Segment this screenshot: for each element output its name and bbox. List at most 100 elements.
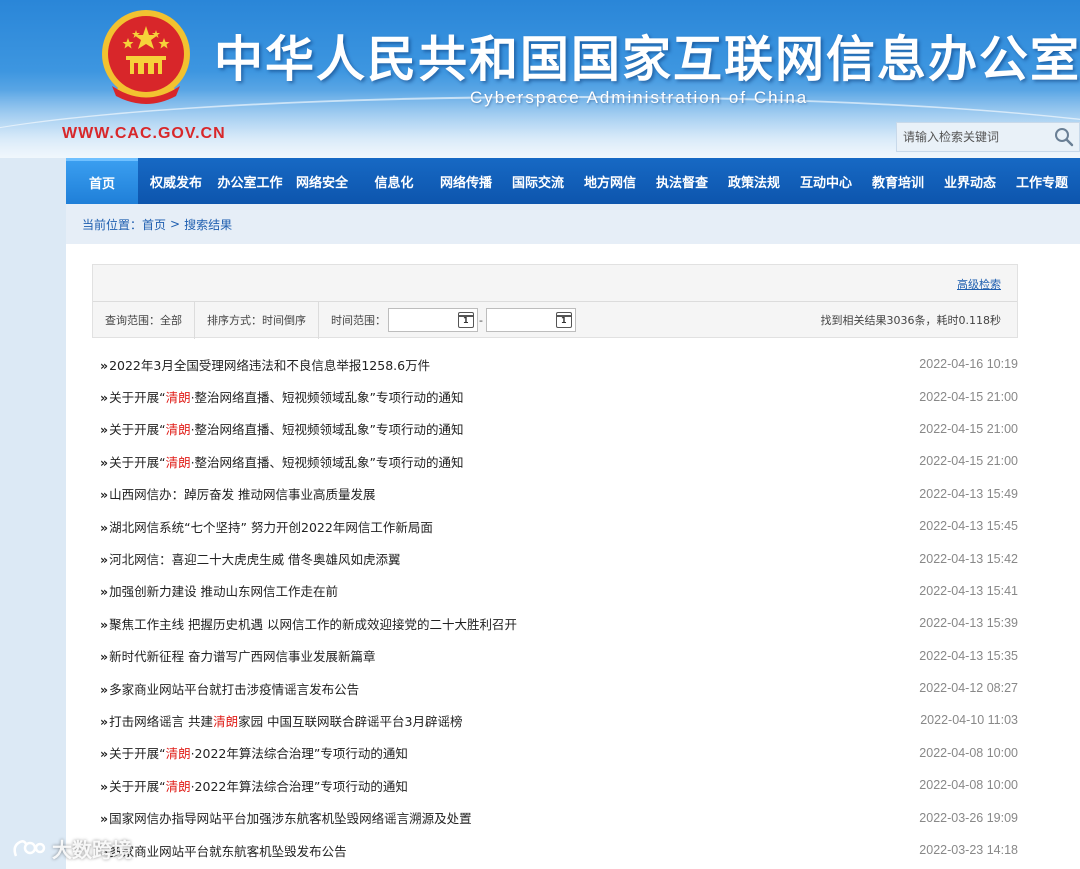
- result-date: 2022-04-13 15:39: [919, 616, 1018, 631]
- advanced-search-link[interactable]: 高级检索: [957, 276, 1001, 292]
- result-title-link[interactable]: »聚焦工作主线 把握历史机遇 以网信工作的新成效迎接党的二十大胜利召开: [100, 614, 517, 633]
- result-title-link[interactable]: »关于开展“清朗·整治网络直播、短视频领域乱象”专项行动的通知: [100, 452, 464, 471]
- search-icon[interactable]: [1053, 126, 1075, 148]
- result-title-text: 关于开展“: [109, 746, 166, 762]
- result-title-text: ·2022年算法综合治理”专项行动的通知: [190, 778, 408, 794]
- nav-item[interactable]: 信息化: [358, 158, 430, 204]
- breadcrumb-prefix: 当前位置：: [82, 217, 143, 232]
- sort-filter[interactable]: 排序方式：时间倒序: [195, 301, 319, 339]
- result-date: 2022-04-08 10:00: [919, 778, 1018, 793]
- nav-item[interactable]: 权威发布: [138, 158, 214, 204]
- result-title-link[interactable]: »加强创新力建设 推动山东网信工作走在前: [100, 581, 338, 600]
- result-row[interactable]: »山西网信办：踔厉奋发 推动网信事业高质量发展 2022-04-13 15:49: [92, 478, 1018, 510]
- nav-item[interactable]: 政策法规: [718, 158, 790, 204]
- result-title-link[interactable]: »河北网信：喜迎二十大虎虎生威 借冬奥雄风如虎添翼: [100, 549, 401, 568]
- result-row[interactable]: »多家商业网站平台就打击涉疫情谣言发布公告 2022-04-12 08:27: [92, 672, 1018, 704]
- start-date-input[interactable]: 1: [388, 308, 478, 332]
- result-title-link[interactable]: »关于开展“清朗·2022年算法综合治理”专项行动的通知: [100, 743, 408, 762]
- nav-item[interactable]: 国际交流: [502, 158, 574, 204]
- result-title-link[interactable]: »山西网信办：踔厉奋发 推动网信事业高质量发展: [100, 484, 376, 503]
- time-range-filter: 时间范围： 1 - 1: [319, 302, 588, 339]
- filter-panel: 高级检索 查询范围：全部 排序方式：时间倒序 时间范围： 1 - 1 找到相关结…: [92, 264, 1018, 339]
- result-row[interactable]: »关于开展“清朗·整治网络直播、短视频领域乱象”专项行动的通知 2022-04-1…: [92, 380, 1018, 412]
- result-keyword-highlight: 清朗: [165, 422, 191, 438]
- result-title-text: 多家商业网站平台就打击涉疫情谣言发布公告: [109, 681, 360, 697]
- result-title-link[interactable]: »多家商业网站平台就打击涉疫情谣言发布公告: [100, 679, 359, 698]
- result-title-text: 2022年3月全国受理网络违法和不良信息举报1258.6万件: [109, 357, 431, 373]
- result-date: 2022-04-12 08:27: [919, 681, 1018, 696]
- result-row[interactable]: »打击网络谣言 共建清朗家园 中国互联网联合辟谣平台3月辟谣榜 2022-04-1…: [92, 704, 1018, 736]
- result-date: 2022-04-16 10:19: [919, 357, 1018, 372]
- result-date: 2022-04-15 21:00: [919, 421, 1018, 436]
- result-summary: 找到相关结果3036条，耗时0.118秒: [820, 314, 1001, 327]
- result-row[interactable]: »关于开展“清朗·2022年算法综合治理”专项行动的通知 2022-04-08 1…: [92, 769, 1018, 801]
- scope-filter[interactable]: 查询范围：全部: [93, 301, 195, 339]
- nav-item[interactable]: 办公室工作: [214, 158, 286, 204]
- end-date-input[interactable]: 1: [485, 308, 576, 332]
- nav-item[interactable]: 执法督查: [646, 158, 718, 204]
- result-row[interactable]: »关于开展“清朗·整治网络直播、短视频领域乱象”专项行动的通知 2022-04-1…: [92, 445, 1018, 477]
- result-title-link[interactable]: »多家商业网站平台就东航客机坠毁发布公告: [100, 841, 347, 860]
- nav-item[interactable]: 网络传播: [430, 158, 502, 204]
- result-bullet: »: [100, 454, 109, 470]
- search-input[interactable]: [897, 123, 1047, 151]
- calendar-icon[interactable]: 1: [555, 312, 572, 328]
- result-title-link[interactable]: »关于开展“清朗·2022年算法综合治理”专项行动的通知: [100, 776, 408, 795]
- result-row[interactable]: »加强创新力建设 推动山东网信工作走在前 2022-04-13 15:41: [92, 575, 1018, 607]
- result-row[interactable]: »多家商业网站平台就东航客机坠毁发布公告 2022-03-23 14:18: [92, 834, 1018, 866]
- result-title-text: 聚焦工作主线 把握历史机遇 以网信工作的新成效迎接党的二十大胜利召开: [109, 616, 518, 632]
- result-title-link[interactable]: »新时代新征程 奋力谱写广西网信事业发展新篇章: [100, 646, 376, 665]
- nav-item[interactable]: 业界动态: [934, 158, 1006, 204]
- result-row[interactable]: »关于开展“清朗·整治网络直播、短视频领域乱象”专项行动的通知 2022-04-1…: [92, 413, 1018, 445]
- result-row[interactable]: »河北网信：喜迎二十大虎虎生威 借冬奥雄风如虎添翼 2022-04-13 15:4…: [92, 542, 1018, 574]
- result-row[interactable]: »湖北网信系统“七个坚持” 努力开创2022年网信工作新局面 2022-04-13…: [92, 510, 1018, 542]
- result-row[interactable]: »2022年3月全国受理网络违法和不良信息举报1258.6万件 2022-04-1…: [92, 348, 1018, 380]
- calendar-icon[interactable]: 1: [458, 312, 474, 328]
- result-title-text: 关于开展“: [109, 422, 166, 438]
- result-title-text: ·整治网络直播、短视频领域乱象”专项行动的通知: [190, 454, 464, 470]
- result-title-text: ·2022年算法综合治理”专项行动的通知: [190, 746, 408, 762]
- date-separator: -: [479, 313, 483, 327]
- result-keyword-highlight: 清朗: [165, 746, 191, 762]
- header-banner: 中华人民共和国国家互联网信息办公室 Cyberspace Administrat…: [0, 0, 1080, 158]
- nav-item[interactable]: 互动中心: [790, 158, 862, 204]
- result-title-link[interactable]: »关于开展“清朗·整治网络直播、短视频领域乱象”专项行动的通知: [100, 387, 464, 406]
- result-bullet: »: [100, 746, 109, 762]
- breadcrumb-home-link[interactable]: 首页: [142, 216, 166, 233]
- result-title-text: 关于开展“: [109, 390, 166, 406]
- result-title-text: 湖北网信系统“七个坚持” 努力开创2022年网信工作新局面: [109, 519, 433, 535]
- nav-item[interactable]: 地方网信: [574, 158, 646, 204]
- result-row[interactable]: »国家网信办指导网站平台加强涉东航客机坠毁网络谣言溯源及处置 2022-03-26…: [92, 801, 1018, 833]
- result-title-text: 加强创新力建设 推动山东网信工作走在前: [109, 584, 339, 600]
- site-url[interactable]: WWW.CAC.GOV.CN: [62, 125, 226, 143]
- result-date: 2022-04-13 15:42: [919, 551, 1018, 566]
- result-title-link[interactable]: »2022年3月全国受理网络违法和不良信息举报1258.6万件: [100, 355, 430, 374]
- result-bullet: »: [100, 357, 109, 373]
- nav-item[interactable]: 教育培训: [862, 158, 934, 204]
- result-title-link[interactable]: »关于开展“清朗·整治网络直播、短视频领域乱象”专项行动的通知: [100, 419, 464, 438]
- breadcrumb: 当前位置： 首页 > 搜索结果: [66, 204, 1080, 244]
- result-row[interactable]: »新时代新征程 奋力谱写广西网信事业发展新篇章 2022-04-13 15:35: [92, 640, 1018, 672]
- site-title: 中华人民共和国国家互联网信息办公室: [214, 31, 1080, 88]
- result-title-link[interactable]: »打击网络谣言 共建清朗家园 中国互联网联合辟谣平台3月辟谣榜: [100, 711, 463, 730]
- filter-row: 查询范围：全部 排序方式：时间倒序 时间范围： 1 - 1 找到相关结果3036…: [93, 301, 1017, 339]
- result-title-link[interactable]: »湖北网信系统“七个坚持” 努力开创2022年网信工作新局面: [100, 517, 433, 536]
- result-title-link[interactable]: »国家网信办指导网站平台加强涉东航客机坠毁网络谣言溯源及处置: [100, 808, 472, 827]
- result-bullet: »: [100, 681, 109, 697]
- national-emblem-icon: [102, 10, 190, 104]
- watermark-text: 大数跨境: [52, 838, 132, 862]
- result-keyword-highlight: 清朗: [165, 454, 191, 470]
- result-keyword-highlight: 清朗: [165, 778, 191, 794]
- result-date: 2022-03-23 14:18: [919, 843, 1018, 858]
- result-title-text: 关于开展“: [109, 454, 166, 470]
- result-row[interactable]: »关于开展“清朗·2022年算法综合治理”专项行动的通知 2022-04-08 1…: [92, 737, 1018, 769]
- result-row[interactable]: »聚焦工作主线 把握历史机遇 以网信工作的新成效迎接党的二十大胜利召开 2022-…: [92, 607, 1018, 639]
- nav-item[interactable]: 网络安全: [286, 158, 358, 204]
- nav-item[interactable]: 首页: [66, 158, 138, 204]
- result-title-text: 打击网络谣言 共建: [109, 713, 214, 729]
- result-bullet: »: [100, 519, 109, 535]
- watermark-logo-icon: [13, 839, 46, 856]
- breadcrumb-current: 搜索结果: [184, 217, 233, 232]
- result-date: 2022-04-08 10:00: [919, 745, 1018, 760]
- nav-item[interactable]: 工作专题: [1006, 158, 1078, 204]
